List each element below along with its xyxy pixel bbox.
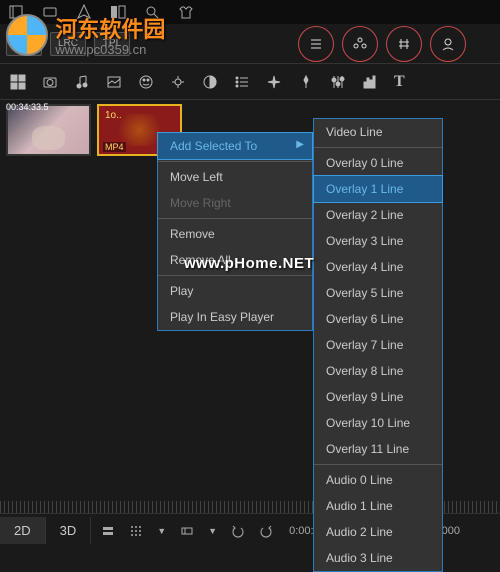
flower-circle-button[interactable] xyxy=(342,26,378,62)
sub-overlay-0-line[interactable]: Overlay 0 Line xyxy=(314,150,442,176)
sparkle-icon[interactable] xyxy=(266,74,282,90)
view-2d-button[interactable]: 2D xyxy=(0,517,46,544)
ctx-play[interactable]: Play xyxy=(158,278,312,304)
sub-overlay-11-line[interactable]: Overlay 11 Line xyxy=(314,436,442,462)
sub-overlay-9-line[interactable]: Overlay 9 Line xyxy=(314,384,442,410)
timecode-label: 00:34:33.5 xyxy=(6,102,49,112)
user-circle-button[interactable] xyxy=(430,26,466,62)
hash-circle-button[interactable] xyxy=(386,26,422,62)
ctx-play-in-easy-player[interactable]: Play In Easy Player xyxy=(158,304,312,330)
rec-button[interactable]: REC xyxy=(6,32,42,56)
tpl-button[interactable]: TPL xyxy=(94,32,130,56)
panels-icon[interactable] xyxy=(110,4,126,20)
ctx-remove[interactable]: Remove xyxy=(158,221,312,247)
sub-overlay-2-line[interactable]: Overlay 2 Line xyxy=(314,202,442,228)
context-menu: Add Selected To▶ Move LeftMove Right Remov… xyxy=(157,132,313,331)
sub-overlay-10-line[interactable]: Overlay 10 Line xyxy=(314,410,442,436)
compass-icon[interactable] xyxy=(76,4,92,20)
lrc-button[interactable]: LRC xyxy=(50,32,86,56)
pin-icon[interactable] xyxy=(298,74,314,90)
layers-icon[interactable] xyxy=(101,524,115,538)
grid-small-icon[interactable] xyxy=(129,524,143,538)
sub-video-line[interactable]: Video Line xyxy=(314,119,442,145)
ctx-remove-all[interactable]: Remove All xyxy=(158,247,312,273)
sub-audio-0-line[interactable]: Audio 0 Line xyxy=(314,467,442,493)
dropdown2-icon[interactable]: ▼ xyxy=(208,526,217,536)
equalizer-icon[interactable] xyxy=(362,74,378,90)
view-3d-button[interactable]: 3D xyxy=(46,517,92,544)
sub-overlay-7-line[interactable]: Overlay 7 Line xyxy=(314,332,442,358)
main-toolbar-1: REC LRC TPL xyxy=(0,24,500,64)
thumb-label: 1o.. xyxy=(105,110,122,121)
ctx-move-left[interactable]: Move Left xyxy=(158,164,312,190)
sub-overlay-4-line[interactable]: Overlay 4 Line xyxy=(314,254,442,280)
sub-overlay-5-line[interactable]: Overlay 5 Line xyxy=(314,280,442,306)
sub-overlay-6-line[interactable]: Overlay 6 Line xyxy=(314,306,442,332)
text-tool-icon[interactable]: T xyxy=(394,73,405,91)
sub-audio-1-line[interactable]: Audio 1 Line xyxy=(314,493,442,519)
bracket-icon[interactable] xyxy=(180,524,194,538)
dropdown-icon[interactable]: ▼ xyxy=(157,526,166,536)
undo-icon[interactable] xyxy=(231,524,245,538)
top-toolbar xyxy=(0,0,500,24)
sub-audio-3-line[interactable]: Audio 3 Line xyxy=(314,545,442,571)
ctx-add-selected-to[interactable]: Add Selected To▶ xyxy=(157,132,313,160)
tool-icon-2[interactable] xyxy=(42,4,58,20)
sub-overlay-1-line[interactable]: Overlay 1 Line xyxy=(313,175,443,203)
list-icon[interactable] xyxy=(234,74,250,90)
camera-icon[interactable] xyxy=(42,74,58,90)
grid-icon[interactable] xyxy=(10,74,26,90)
voice-icon[interactable] xyxy=(170,74,186,90)
redo-icon[interactable] xyxy=(259,524,273,538)
search-icon[interactable] xyxy=(144,4,160,20)
image-icon[interactable] xyxy=(106,74,122,90)
smile-icon[interactable] xyxy=(138,74,154,90)
sub-overlay-3-line[interactable]: Overlay 3 Line xyxy=(314,228,442,254)
sliders-icon[interactable] xyxy=(330,74,346,90)
shirt-icon[interactable] xyxy=(178,4,194,20)
contrast-icon[interactable] xyxy=(202,74,218,90)
music-icon[interactable] xyxy=(74,74,90,90)
list-circle-button[interactable] xyxy=(298,26,334,62)
main-toolbar-2: T xyxy=(0,64,500,100)
tool-icon-1[interactable] xyxy=(8,4,24,20)
ctx-move-right: Move Right xyxy=(158,190,312,216)
sub-overlay-8-line[interactable]: Overlay 8 Line xyxy=(314,358,442,384)
sub-audio-2-line[interactable]: Audio 2 Line xyxy=(314,519,442,545)
thumb-format: MP4 xyxy=(103,142,126,152)
submenu-add-to: Video LineOverlay 0 LineOverlay 1 LineOv… xyxy=(313,118,443,572)
